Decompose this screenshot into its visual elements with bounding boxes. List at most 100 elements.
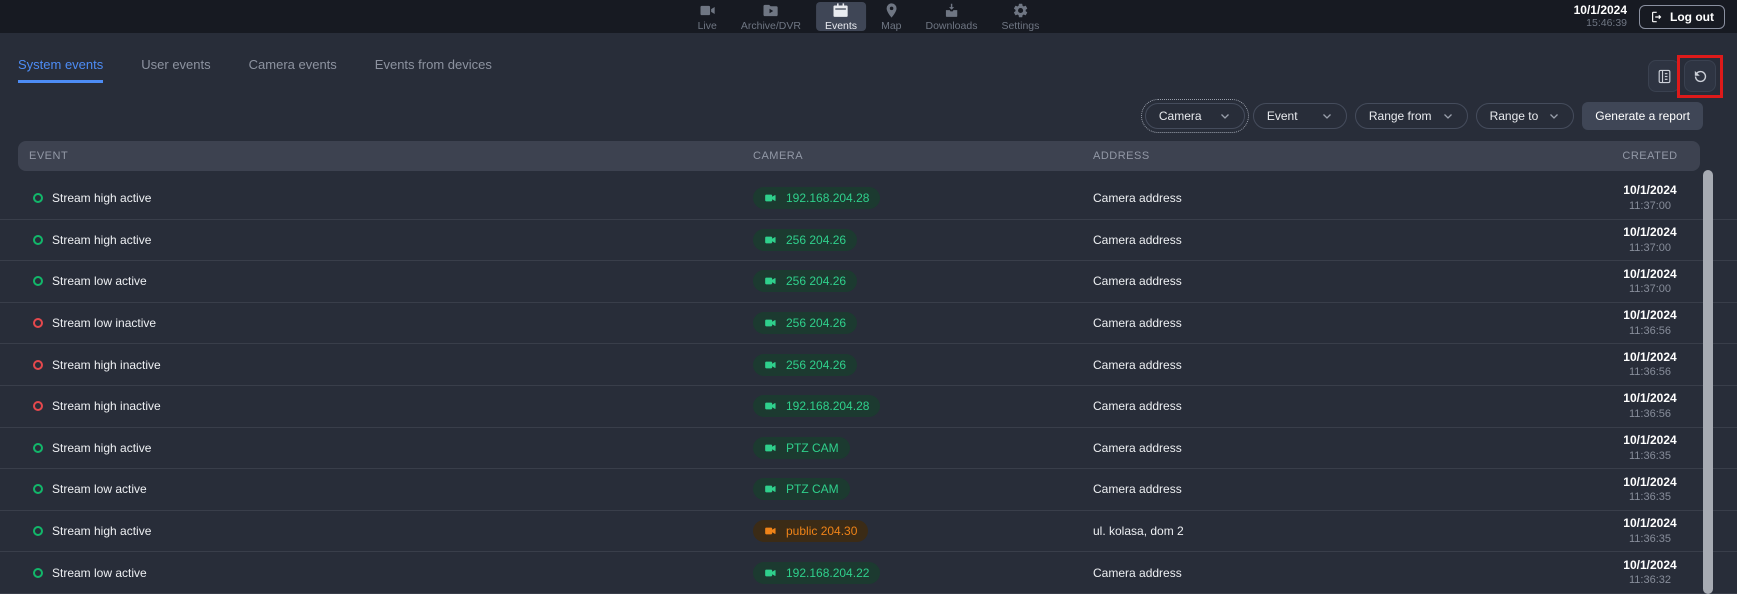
nav-label: Map	[881, 20, 901, 32]
vertical-scrollbar-thumb[interactable]	[1703, 170, 1713, 594]
nav-item-events[interactable]: Events	[816, 2, 866, 31]
created-time: 11:36:35	[1629, 449, 1671, 463]
status-icon	[33, 443, 43, 453]
table-row[interactable]: Stream high active PTZ CAM Camera addres…	[0, 428, 1737, 470]
camera-badge[interactable]: public 204.30	[753, 520, 868, 542]
camera-cell: PTZ CAM	[753, 428, 850, 469]
tab-events-from-devices[interactable]: Events from devices	[375, 57, 492, 83]
camera-name: PTZ CAM	[786, 482, 839, 496]
camera-cell: 192.168.204.28	[753, 386, 880, 427]
created-time: 11:37:00	[1629, 241, 1671, 255]
event-cell: Stream high active	[33, 220, 151, 261]
event-filter-label: Event	[1267, 109, 1298, 123]
range-from-label: Range from	[1369, 109, 1432, 123]
event-cell: Stream high active	[33, 511, 151, 552]
table-row[interactable]: Stream high inactive 256 204.26 Camera a…	[0, 344, 1737, 386]
event-cell: Stream high active	[33, 428, 151, 469]
created-cell: 10/1/2024 11:37:00	[1580, 178, 1720, 219]
created-cell: 10/1/2024 11:36:56	[1580, 344, 1720, 385]
created-date: 10/1/2024	[1623, 350, 1676, 366]
logout-button[interactable]: Log out	[1639, 5, 1725, 29]
nav-item-map[interactable]: Map	[872, 0, 910, 33]
table-icon	[1656, 68, 1673, 85]
chevron-down-icon	[1219, 110, 1231, 122]
camera-address: ul. kolasa, dom 2	[1093, 511, 1184, 552]
camera-badge[interactable]: 192.168.204.28	[753, 187, 880, 209]
created-date: 10/1/2024	[1623, 391, 1676, 407]
camera-name: 192.168.204.22	[786, 566, 869, 580]
tab-camera-events[interactable]: Camera events	[249, 57, 337, 83]
camera-icon	[764, 191, 778, 205]
nav-label: Archive/DVR	[741, 20, 801, 32]
camera-badge[interactable]: 192.168.204.22	[753, 562, 880, 584]
range-from-dropdown[interactable]: Range from	[1355, 103, 1468, 129]
table-row[interactable]: Stream low inactive 256 204.26 Camera ad…	[0, 303, 1737, 345]
camera-badge[interactable]: 256 204.26	[753, 354, 857, 376]
nav-label: Live	[698, 20, 717, 32]
range-to-dropdown[interactable]: Range to	[1476, 103, 1575, 129]
column-header-created: CREATED	[1580, 141, 1720, 171]
generate-report-button[interactable]: Generate a report	[1582, 102, 1703, 130]
download-icon	[943, 2, 960, 19]
table-row[interactable]: Stream high active 256 204.26 Camera add…	[0, 220, 1737, 262]
table-row[interactable]: Stream high active 192.168.204.28 Camera…	[0, 178, 1737, 220]
camera-name: 256 204.26	[786, 274, 846, 288]
camera-cell: 192.168.204.28	[753, 178, 880, 219]
main-nav: Live Archive/DVR Events Map Downloads	[689, 0, 1049, 33]
table-row[interactable]: Stream high inactive 192.168.204.28 Came…	[0, 386, 1737, 428]
table-row[interactable]: Stream high active public 204.30 ul. kol…	[0, 511, 1737, 553]
nav-item-downloads[interactable]: Downloads	[917, 0, 987, 33]
topbar-right: 10/1/2024 15:46:39 Log out	[1574, 0, 1725, 33]
created-time: 11:36:35	[1629, 532, 1671, 546]
event-name: Stream high inactive	[52, 399, 161, 413]
report-view-button[interactable]	[1648, 60, 1680, 92]
map-pin-icon	[883, 2, 900, 19]
table-row[interactable]: Stream low active 256 204.26 Camera addr…	[0, 261, 1737, 303]
camera-address: Camera address	[1093, 344, 1182, 385]
camera-address: Camera address	[1093, 469, 1182, 510]
tab-system-events[interactable]: System events	[18, 57, 103, 83]
camera-cell: 192.168.204.22	[753, 552, 880, 593]
nav-item-settings[interactable]: Settings	[992, 0, 1048, 33]
camera-badge[interactable]: 256 204.26	[753, 229, 857, 251]
status-icon	[33, 526, 43, 536]
created-date: 10/1/2024	[1623, 308, 1676, 324]
refresh-button[interactable]	[1684, 60, 1716, 92]
camera-badge[interactable]: 192.168.204.28	[753, 395, 880, 417]
table-body: Stream high active 192.168.204.28 Camera…	[0, 178, 1737, 594]
nav-item-live[interactable]: Live	[689, 0, 726, 33]
event-filter-dropdown[interactable]: Event	[1253, 103, 1347, 129]
camera-icon	[764, 441, 778, 455]
nav-label: Events	[825, 20, 857, 32]
created-cell: 10/1/2024 11:36:35	[1580, 428, 1720, 469]
camera-address: Camera address	[1093, 428, 1182, 469]
camera-name: 192.168.204.28	[786, 399, 869, 413]
nav-item-archive-dvr[interactable]: Archive/DVR	[732, 0, 810, 33]
status-icon	[33, 193, 43, 203]
filters-row: Camera Event Range from Range to Generat…	[0, 95, 1737, 135]
camera-badge[interactable]: PTZ CAM	[753, 437, 850, 459]
event-name: Stream high active	[52, 191, 151, 205]
status-icon	[33, 318, 43, 328]
created-cell: 10/1/2024 11:37:00	[1580, 261, 1720, 302]
camera-icon	[764, 274, 778, 288]
event-cell: Stream high inactive	[33, 344, 161, 385]
camera-name: 256 204.26	[786, 316, 846, 330]
table-row[interactable]: Stream low active 192.168.204.22 Camera …	[0, 552, 1737, 594]
created-date: 10/1/2024	[1623, 267, 1676, 283]
camera-badge[interactable]: PTZ CAM	[753, 478, 850, 500]
camera-badge[interactable]: 256 204.26	[753, 270, 857, 292]
camera-name: 192.168.204.28	[786, 191, 869, 205]
event-name: Stream high active	[52, 441, 151, 455]
tab-user-events[interactable]: User events	[141, 57, 210, 83]
camera-filter-dropdown[interactable]: Camera	[1145, 103, 1245, 129]
event-name: Stream high inactive	[52, 358, 161, 372]
camera-address: Camera address	[1093, 552, 1182, 593]
camera-name: PTZ CAM	[786, 441, 839, 455]
created-date: 10/1/2024	[1623, 516, 1676, 532]
table-row[interactable]: Stream low active PTZ CAM Camera address…	[0, 469, 1737, 511]
status-icon	[33, 276, 43, 286]
camera-icon	[764, 524, 778, 538]
camera-badge[interactable]: 256 204.26	[753, 312, 857, 334]
current-time: 15:46:39	[1574, 17, 1627, 30]
